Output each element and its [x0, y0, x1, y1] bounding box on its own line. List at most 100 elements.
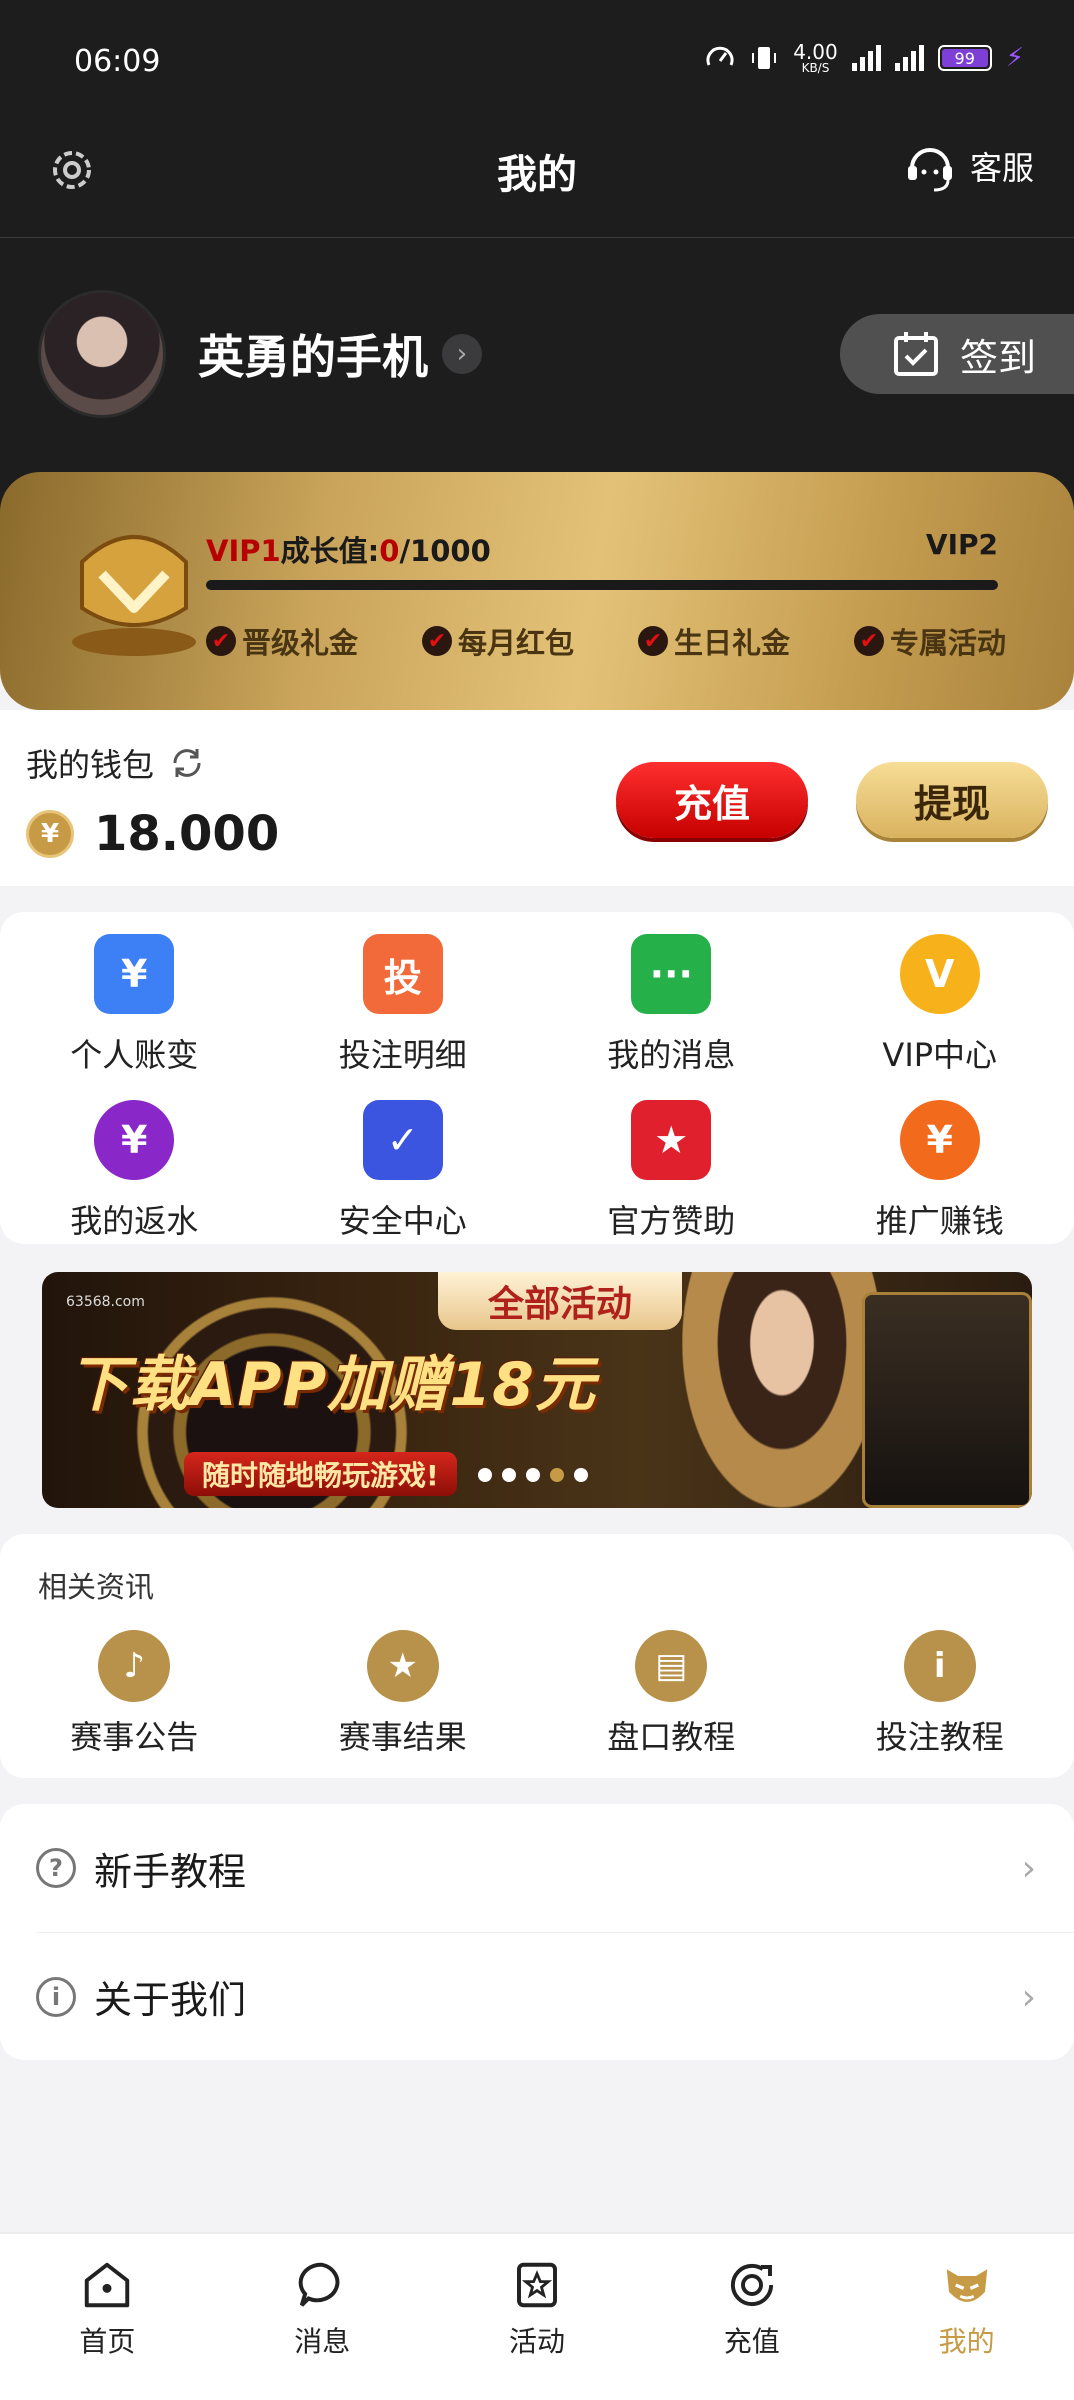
pagination-dot[interactable]: [526, 1468, 540, 1482]
banner-subtitle: 随时随地畅玩游戏!: [184, 1452, 457, 1496]
activity-star-icon: [517, 2262, 557, 2308]
news-item[interactable]: ★ 赛事结果: [269, 1630, 538, 1758]
wallet-section: 我的钱包 ¥ 18.000 充值 提现: [0, 710, 1074, 886]
list-row-label: 关于我们: [94, 1978, 247, 2022]
vip-growth-total: /1000: [399, 534, 491, 568]
perk-check-icon: ✔: [206, 626, 236, 656]
banner-model-image: [682, 1272, 882, 1508]
mine-icon: [946, 2269, 987, 2302]
perk-item: ✔ 晋级礼金: [206, 620, 358, 662]
news-grid: ♪ 赛事公告 ★ 赛事结果 ▤ 盘口教程 i 投注教程: [0, 1630, 1074, 1758]
info-list: ? 新手教程 › i 关于我们 ›: [0, 1804, 1074, 2060]
vip-growth-value: 0: [379, 534, 400, 568]
perk-item: ✔ 生日礼金: [637, 620, 790, 662]
vip-card[interactable]: VIP1成长值:0/1000 VIP2 ✔ 晋级礼金 ✔ 每月红包 ✔ 生日礼金 ✔ 专…: [0, 472, 1074, 710]
perk-check-icon: ✔: [853, 626, 884, 656]
feature-item[interactable]: ✓ 安全中心: [269, 1100, 538, 1266]
vip-next-level: VIP2: [925, 528, 998, 561]
headset-icon: [907, 148, 952, 192]
feature-label: 我的消息: [607, 1036, 736, 1074]
pagination-dot[interactable]: [574, 1468, 588, 1482]
list-row-label: 新手教程: [94, 1849, 247, 1894]
status-icons: 4.00 KB/S 99 ⚡: [705, 42, 1024, 74]
feature-item[interactable]: ★ 官方赞助: [537, 1100, 806, 1266]
perk-item: ✔ 每月红包: [421, 620, 574, 662]
status-time: 06:09: [74, 44, 161, 79]
balance-amount: 18.000: [94, 806, 280, 862]
withdraw-button[interactable]: 提现: [856, 762, 1048, 838]
pagination-dot[interactable]: [502, 1468, 516, 1482]
news-title: 相关资讯: [38, 1570, 155, 1604]
network-speed: 4.00 KB/S: [793, 40, 838, 75]
feature-item[interactable]: ¥ 我的返水: [0, 1100, 269, 1266]
nav-label: 首页: [79, 2325, 136, 2358]
feature-grid-card: ¥ 个人账变 投投注明细 ··· 我的消息 V VIP中心 ¥ 我的返水 ✓ 安全中心 ★ 官方赞助 ¥ 推…: [0, 912, 1074, 1244]
news-item[interactable]: i 投注教程: [806, 1630, 1074, 1758]
nav-item[interactable]: 活动: [430, 2234, 645, 2400]
perk-check-icon: ✔: [421, 626, 452, 656]
checkin-label: 签到: [960, 335, 1037, 380]
list-row[interactable]: i 关于我们 ›: [36, 1932, 1074, 2060]
service-label: 客服: [969, 149, 1034, 187]
news-item[interactable]: ♪ 赛事公告: [0, 1630, 269, 1758]
vip-diamond-badge-icon: [72, 535, 196, 656]
nav-label: 我的: [938, 2325, 995, 2358]
feature-item[interactable]: V VIP中心: [806, 934, 1074, 1100]
checkin-button[interactable]: 签到: [840, 314, 1074, 394]
list-row[interactable]: ? 新手教程 ›: [0, 1804, 1074, 1932]
bell-icon: ♪: [98, 1630, 171, 1702]
feature-label: 个人账变: [70, 1036, 199, 1074]
info-circle-icon: i: [36, 1976, 76, 2017]
vip-current-level: VIP1: [206, 534, 281, 568]
feature-item[interactable]: ¥ 个人账变: [0, 934, 269, 1100]
chevron-right-icon[interactable]: ›: [442, 334, 482, 374]
home-icon: [85, 2262, 130, 2308]
slot-machine-image: [862, 1292, 1032, 1508]
nav-label: 充值: [723, 2325, 780, 2358]
refresh-icon[interactable]: [168, 744, 206, 782]
news-label: 盘口教程: [607, 1718, 736, 1756]
calendar-check-icon: [894, 332, 938, 376]
nav-item[interactable]: 消息: [215, 2234, 430, 2400]
feature-label: VIP中心: [882, 1036, 998, 1074]
feature-label: 推广赚钱: [875, 1202, 1004, 1240]
nav-item[interactable]: 充值: [644, 2234, 859, 2400]
feature-item[interactable]: ··· 我的消息: [537, 934, 806, 1100]
nav-label: 活动: [508, 2325, 565, 2358]
wallet-balance: ¥ 18.000: [26, 806, 279, 862]
news-label: 赛事结果: [338, 1718, 467, 1756]
vip-perks: ✔ 晋级礼金 ✔ 每月红包 ✔ 生日礼金 ✔ 专属活动: [206, 620, 1006, 662]
recharge-button[interactable]: 充值: [616, 762, 808, 838]
promo-banner[interactable]: 63568.com 全部活动 下载APP加赠18元 随时随地畅玩游戏!: [42, 1272, 1032, 1508]
avatar[interactable]: [38, 290, 166, 418]
rebate-icon: ¥: [94, 1100, 175, 1180]
username[interactable]: 英勇的手机: [198, 321, 428, 387]
trophy-icon: ★: [366, 1630, 439, 1702]
feature-item[interactable]: 投投注明细: [269, 934, 538, 1100]
recharge-icon: [730, 2263, 773, 2307]
nav-item[interactable]: 首页: [0, 2234, 215, 2400]
all-activities-tag[interactable]: 全部活动: [438, 1272, 682, 1330]
profile-row[interactable]: 英勇的手机 ›: [38, 290, 482, 418]
pagination-dot[interactable]: [550, 1468, 564, 1482]
chevron-right-icon: ›: [1021, 1848, 1036, 1889]
book-icon: ▤: [635, 1630, 708, 1702]
perk-item: ✔ 专属活动: [853, 620, 1006, 662]
coin-icon: ¥: [26, 810, 74, 858]
sponsor-star-icon: ★: [631, 1100, 712, 1180]
vip-crown-icon: V: [899, 934, 980, 1014]
charging-icon: ⚡: [1005, 43, 1024, 73]
chat-icon: [298, 2262, 340, 2307]
news-label: 赛事公告: [70, 1718, 199, 1756]
nav-item[interactable]: 我的: [859, 2234, 1074, 2400]
account-change-icon: ¥: [94, 934, 175, 1014]
info-icon: i: [903, 1630, 976, 1702]
feature-item[interactable]: ¥ 推广赚钱: [806, 1100, 1074, 1266]
pagination-dot[interactable]: [478, 1468, 492, 1482]
perk-check-icon: ✔: [637, 626, 668, 656]
nav-label: 消息: [294, 2325, 351, 2358]
banner-pagination[interactable]: [478, 1468, 588, 1482]
feature-label: 安全中心: [338, 1202, 467, 1240]
customer-service-button[interactable]: 客服: [904, 138, 1034, 194]
news-item[interactable]: ▤ 盘口教程: [537, 1630, 806, 1758]
